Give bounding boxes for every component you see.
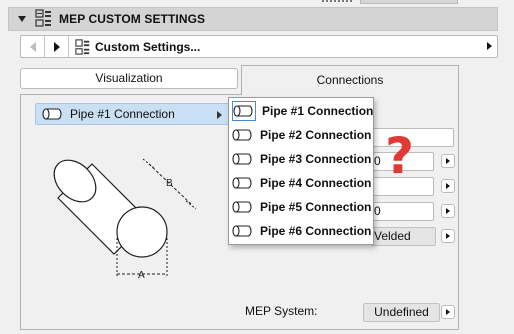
mep-system-label: MEP System: <box>245 304 318 318</box>
pipe-icon <box>232 149 254 169</box>
next-button[interactable] <box>45 36 69 57</box>
connection-type-field[interactable]: Velded <box>370 227 436 246</box>
settings-label: Custom Settings... <box>95 39 201 54</box>
pipe-diagram: B A <box>50 150 210 293</box>
arrow-left-icon <box>29 41 36 52</box>
connection-type-value: Velded <box>374 229 411 243</box>
menu-item-pipe-4[interactable]: Pipe #4 Connection <box>231 172 371 194</box>
menu-item-label: Pipe #1 Connection <box>262 104 374 118</box>
field-row-4[interactable]: 0 <box>370 202 434 221</box>
row-3-arrow-button[interactable] <box>441 179 455 193</box>
menu-item-label: Pipe #2 Connection <box>260 128 372 142</box>
menu-item-label: Pipe #4 Connection <box>260 176 372 190</box>
top-strip <box>0 0 514 6</box>
menu-item-pipe-1[interactable]: Pipe #1 Connection <box>231 100 374 122</box>
mep-system-value[interactable]: Undefined <box>363 303 440 322</box>
pipe-icon <box>232 125 254 145</box>
field-sliver <box>360 0 458 4</box>
section-header[interactable]: MEP CUSTOM SETTINGS <box>8 7 498 31</box>
pipe-connection-menu[interactable]: Pipe #1 Connection Pipe #2 Connection Pipe… <box>228 97 374 245</box>
dotted-line <box>322 0 352 2</box>
field-row-4-value: 0 <box>374 204 381 218</box>
pipe-icon <box>232 197 254 217</box>
settings-arrow-icon[interactable] <box>487 42 492 50</box>
pipe-icon <box>232 101 256 121</box>
question-mark-annotation: ? <box>385 127 415 185</box>
row-5-arrow-button[interactable] <box>441 229 455 243</box>
dim-a-label: A <box>138 270 145 281</box>
collapse-triangle-icon[interactable] <box>18 16 26 22</box>
pipe-icon <box>36 107 64 121</box>
mep-system-arrow-button[interactable] <box>441 305 455 319</box>
menu-item-label: Pipe #5 Connection <box>260 200 372 214</box>
row-2-arrow-button[interactable] <box>441 154 455 168</box>
menu-item-pipe-5[interactable]: Pipe #5 Connection <box>231 196 371 218</box>
settings-grid-icon <box>35 8 53 30</box>
menu-item-pipe-2[interactable]: Pipe #2 Connection <box>231 124 371 146</box>
field-row-2-value: 0 <box>374 154 381 168</box>
menu-item-pipe-6[interactable]: Pipe #6 Connection <box>231 220 371 242</box>
pipe-icon <box>232 173 254 193</box>
submenu-arrow-icon <box>217 111 222 119</box>
settings-grid-icon <box>75 38 91 55</box>
tab-visualization[interactable]: Visualization <box>20 68 238 89</box>
menu-item-pipe-3[interactable]: Pipe #3 Connection <box>231 148 371 170</box>
menu-item-label: Pipe #6 Connection <box>260 224 372 238</box>
pipe-icon <box>232 221 254 241</box>
previous-button[interactable] <box>21 36 45 57</box>
pipe-selector-label: Pipe #1 Connection <box>70 107 175 121</box>
arrow-right-icon <box>53 41 60 52</box>
tab-connections[interactable]: Connections <box>241 65 459 95</box>
settings-bar[interactable]: Custom Settings... <box>20 35 498 58</box>
row-4-arrow-button[interactable] <box>441 204 455 218</box>
section-title: MEP CUSTOM SETTINGS <box>59 12 206 26</box>
pipe-connection-selector[interactable]: Pipe #1 Connection <box>35 103 230 125</box>
dim-b-label: B <box>166 178 173 189</box>
menu-item-label: Pipe #3 Connection <box>260 152 372 166</box>
